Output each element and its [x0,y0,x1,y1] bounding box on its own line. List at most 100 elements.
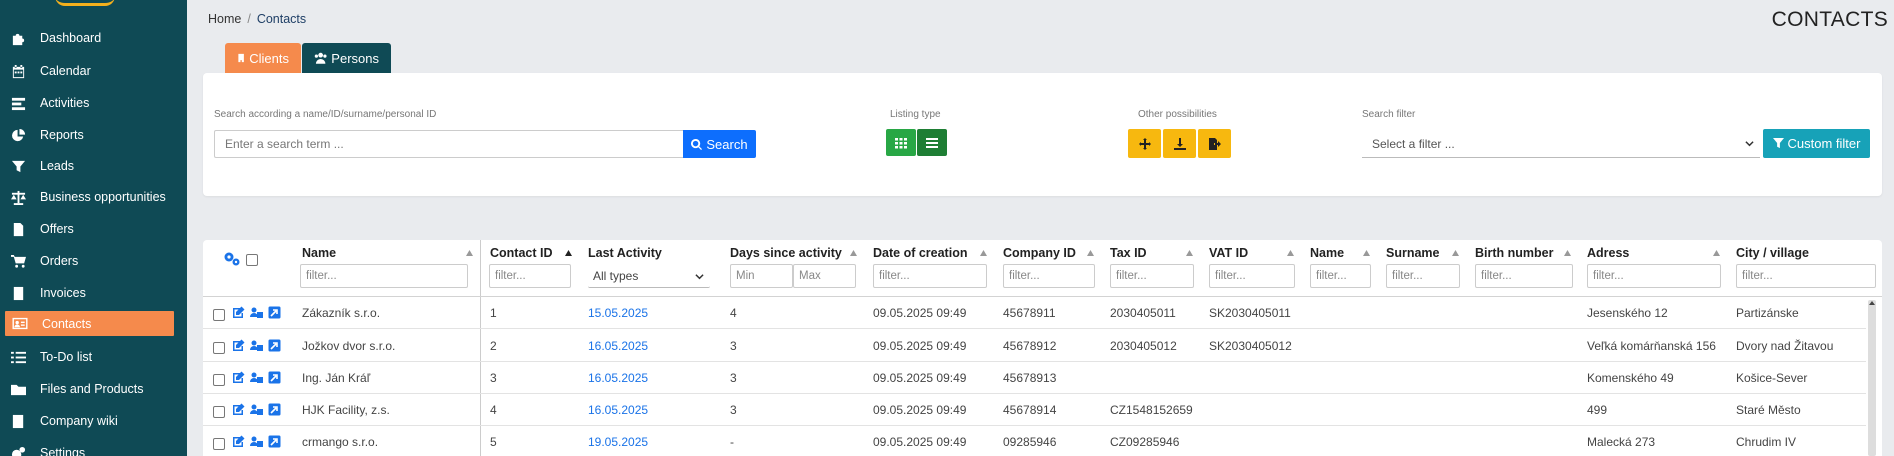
sort-icon[interactable] [1186,250,1193,256]
col-header-contact-id[interactable]: Contact ID [490,246,553,262]
contacts-link-icon[interactable] [250,306,263,319]
table-row[interactable]: Zákazník s.r.o. 1 15.05.2025 4 09.05.2025 09… [203,297,1866,329]
sort-icon[interactable] [1087,250,1094,256]
sidebar-item-dashboard[interactable]: Dashboard [0,24,187,52]
col-header-date-of-creation[interactable]: Date of creation [873,246,967,262]
edit-icon[interactable] [232,435,245,448]
col-header-name[interactable]: Name [302,246,336,262]
contacts-link-icon[interactable] [250,371,263,384]
filter-activity-type[interactable]: All types [588,264,710,288]
move-button[interactable] [1128,129,1161,158]
table-row[interactable]: crmango s.r.o. 5 19.05.2025 - 09.05.2025 09:… [203,426,1866,456]
external-link-icon[interactable] [268,371,281,384]
cell-last-activity[interactable]: 16.05.2025 [588,339,648,353]
table-row[interactable]: HJK Facility, z.s. 4 16.05.2025 3 09.05.2025… [203,394,1866,426]
edit-icon[interactable] [232,306,245,319]
columns-settings-icon[interactable] [223,251,241,267]
sidebar-item-business-opportunities[interactable]: Business opportunities [0,183,187,211]
filter-company-id[interactable] [1003,264,1095,288]
filter-surname[interactable] [1386,264,1460,288]
sort-icon[interactable] [466,250,473,256]
col-header-tax-id[interactable]: Tax ID [1110,246,1147,262]
col-header-surname[interactable]: Surname [1386,246,1440,262]
sort-icon[interactable] [850,250,857,256]
row-checkbox[interactable] [213,342,225,354]
sort-icon[interactable] [1363,250,1370,256]
tab-persons[interactable]: Persons [302,43,391,73]
select-all-checkbox[interactable] [246,254,258,266]
external-link-icon[interactable] [268,306,281,319]
col-header-company-id[interactable]: Company ID [1003,246,1076,262]
sort-icon[interactable] [1564,250,1571,256]
filter-days-min[interactable] [730,264,793,288]
col-header-days-since-activity[interactable]: Days since activity [730,246,842,262]
filter-tax-id[interactable] [1110,264,1194,288]
filter-date-of-creation[interactable] [873,264,987,288]
col-header-city[interactable]: City / village [1736,246,1809,262]
row-checkbox[interactable] [213,438,225,450]
sort-icon[interactable] [1287,250,1294,256]
sidebar-item-invoices[interactable]: Invoices [0,279,187,307]
filter-name[interactable] [300,264,468,288]
cell-last-activity[interactable]: 16.05.2025 [588,371,648,385]
sidebar-item-activities[interactable]: Activities [0,89,187,117]
edit-icon[interactable] [232,371,245,384]
table-row[interactable]: Ing. Ján Kráľ 3 16.05.2025 3 09.05.2025 09:4… [203,362,1866,394]
sidebar-item-calendar[interactable]: Calendar [0,57,187,85]
filter-select[interactable]: Select a filter ... [1362,130,1760,158]
sort-icon[interactable] [980,250,987,256]
sidebar-item-reports[interactable]: Reports [0,121,187,149]
external-link-icon[interactable] [268,403,281,416]
list-view-button[interactable] [917,129,947,156]
scrollbar[interactable] [1868,300,1876,456]
sidebar-item-files-and-products[interactable]: Files and Products [0,375,187,403]
cell-tax-id: 2030405012 [1110,339,1177,353]
contacts-link-icon[interactable] [250,339,263,352]
sidebar-item-contacts[interactable]: Contacts [5,311,174,336]
search-input[interactable] [214,130,683,158]
cell-last-activity[interactable]: 16.05.2025 [588,403,648,417]
table-row[interactable]: Jožkov dvor s.r.o. 2 16.05.2025 3 09.05.2025… [203,330,1866,362]
filter-days-max[interactable] [793,264,856,288]
filter-vat-id[interactable] [1209,264,1295,288]
sort-asc-icon[interactable] [565,250,572,256]
contacts-link-icon[interactable] [250,435,263,448]
download-button[interactable] [1163,129,1196,158]
tab-clients[interactable]: Clients [225,43,301,73]
cell-last-activity[interactable]: 19.05.2025 [588,435,648,449]
filter-adress[interactable] [1587,264,1721,288]
edit-icon[interactable] [232,339,245,352]
filter-city[interactable] [1736,264,1876,288]
col-header-name-person[interactable]: Name [1310,246,1344,262]
external-link-icon[interactable] [268,435,281,448]
grid-view-button[interactable] [886,129,916,156]
col-header-last-activity[interactable]: Last Activity [588,246,662,262]
filter-person-name[interactable] [1310,264,1371,288]
edit-icon[interactable] [232,403,245,416]
col-header-vat-id[interactable]: VAT ID [1209,246,1248,262]
breadcrumb-home[interactable]: Home [208,12,241,26]
filter-contact-id[interactable] [489,264,571,288]
sort-icon[interactable] [1713,250,1720,256]
export-button[interactable] [1198,129,1231,158]
filter-birth-number[interactable] [1475,264,1573,288]
sidebar-item-company-wiki[interactable]: Company wiki [0,407,187,435]
sidebar-item-settings[interactable]: Settings [0,439,187,456]
sort-icon[interactable] [1452,250,1459,256]
sidebar-item-orders[interactable]: Orders [0,247,187,275]
row-checkbox[interactable] [213,309,225,321]
col-header-birth-number[interactable]: Birth number [1475,246,1553,262]
sidebar-item-to-do-list[interactable]: To-Do list [0,343,187,371]
col-header-adress[interactable]: Adress [1587,246,1629,262]
sidebar-item-leads[interactable]: Leads [0,152,187,180]
contacts-link-icon[interactable] [250,403,263,416]
row-checkbox[interactable] [213,374,225,386]
cell-last-activity[interactable]: 15.05.2025 [588,306,648,320]
sidebar-item-offers[interactable]: Offers [0,215,187,243]
gears-icon [10,445,26,456]
row-checkbox[interactable] [213,406,225,418]
scroll-up-icon[interactable] [1869,300,1875,306]
external-link-icon[interactable] [268,339,281,352]
search-button[interactable]: Search [683,130,756,158]
custom-filter-button[interactable]: Custom filter [1763,129,1870,158]
